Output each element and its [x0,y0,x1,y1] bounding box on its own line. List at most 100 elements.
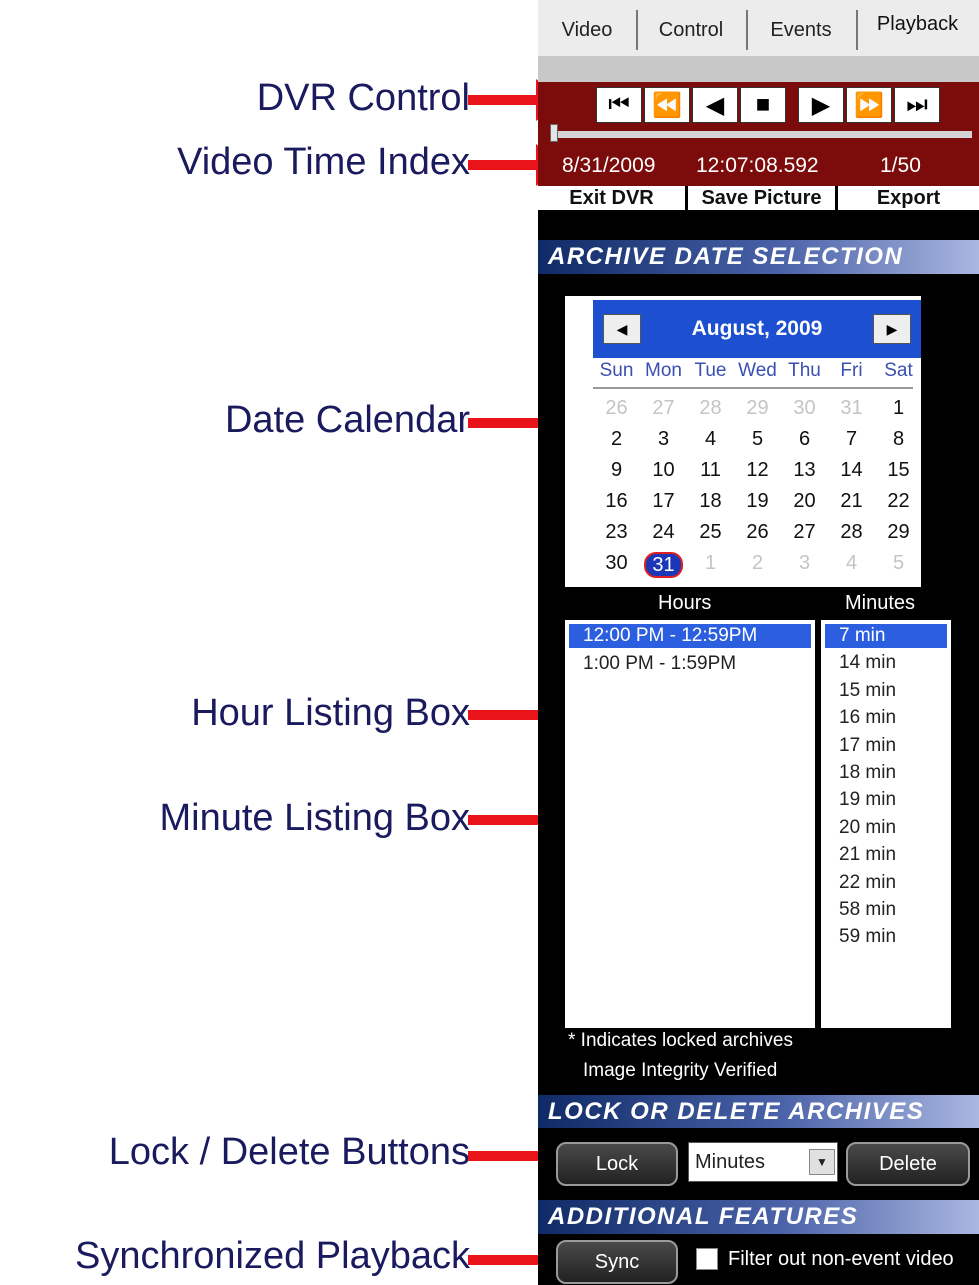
minute-list-item[interactable]: 20 min [825,816,947,840]
skip-to-start-button[interactable]: ⏮ [596,87,642,123]
save-picture-button[interactable]: Save Picture [688,186,838,210]
weekday-label: Sat [884,360,913,381]
filter-checkbox[interactable] [696,1248,718,1270]
calendar-day[interactable]: 28 [687,397,734,420]
calendar-day[interactable]: 3 [781,552,828,575]
minute-list-item[interactable]: 14 min [825,651,947,675]
export-button[interactable]: Export [838,186,979,210]
time-slider-track[interactable] [554,131,972,138]
calendar-day[interactable]: 2 [734,552,781,575]
calendar-day[interactable]: 3 [640,428,687,451]
calendar-day-selected[interactable]: 31 [640,552,687,578]
video-date: 8/31/2009 [562,154,656,177]
archive-date-selection-header: ARCHIVE DATE SELECTION [538,240,979,274]
calendar-day[interactable]: 4 [828,552,875,575]
calendar-month-title: August, 2009 [691,317,823,340]
stop-button[interactable]: ■ [740,87,786,123]
calendar-day[interactable]: 31 [828,397,875,420]
calendar-day[interactable]: 19 [734,490,781,513]
play-reverse-button[interactable]: ◀ [692,87,738,123]
calendar-day[interactable]: 26 [734,521,781,544]
minutes-header: Minutes [845,592,916,614]
calendar-day[interactable]: 2 [593,428,640,451]
exit-dvr-button[interactable]: Exit DVR [538,186,688,210]
minute-listing-box[interactable]: 7 min 14 min 15 min 16 min 17 min 18 min 19 mi… [821,620,951,1028]
minute-list-item[interactable]: 17 min [825,734,947,758]
hour-listing-box[interactable]: 12:00 PM - 12:59PM 1:00 PM - 1:59PM [565,620,815,1028]
calendar-day[interactable]: 4 [687,428,734,451]
tab-playback[interactable]: Playback [856,4,979,44]
calendar-day[interactable]: 13 [781,459,828,482]
calendar-day[interactable]: 23 [593,521,640,544]
minute-list-item[interactable]: 7 min [825,624,947,648]
calendar-day[interactable]: 22 [875,490,922,513]
calendar-day[interactable]: 21 [828,490,875,513]
next-month-button[interactable]: ▶ [873,314,911,344]
sync-button[interactable]: Sync [556,1240,678,1284]
calendar-day[interactable]: 29 [875,521,922,544]
calendar-day[interactable]: 25 [687,521,734,544]
play-button[interactable]: ▶ [798,87,844,123]
calendar-day[interactable]: 6 [781,428,828,451]
minute-list-item[interactable]: 58 min [825,898,947,922]
tab-video[interactable]: Video [538,10,638,50]
calendar-day[interactable]: 15 [875,459,922,482]
rewind-button[interactable]: ⏪ [644,87,690,123]
tab-control[interactable]: Control [636,10,748,50]
dvr-top-strip [538,56,979,82]
minute-list-item[interactable]: 21 min [825,843,947,867]
calendar-day[interactable]: 18 [687,490,734,513]
minute-list-item[interactable]: 15 min [825,679,947,703]
calendar-day[interactable]: 29 [734,397,781,420]
callout-synchronized-playback: Synchronized Playback [0,1232,470,1280]
delete-button[interactable]: Delete [846,1142,970,1186]
calendar-day[interactable]: 5 [875,552,922,575]
calendar-day[interactable]: 28 [828,521,875,544]
calendar-day[interactable]: 11 [687,459,734,482]
calendar-day[interactable]: 27 [640,397,687,420]
calendar-day[interactable]: 30 [593,552,640,575]
calendar-day[interactable]: 1 [875,397,922,420]
minute-list-item[interactable]: 18 min [825,761,947,785]
hours-header: Hours [658,592,712,614]
calendar-day[interactable]: 9 [593,459,640,482]
calendar-day[interactable]: 8 [875,428,922,451]
calendar-day[interactable]: 30 [781,397,828,420]
calendar-day[interactable]: 27 [781,521,828,544]
arrow-icon [468,144,564,186]
minute-list-item[interactable]: 22 min [825,871,947,895]
prev-month-icon: ◀ [616,320,628,337]
calendar-day[interactable]: 12 [734,459,781,482]
calendar-day[interactable]: 14 [828,459,875,482]
tab-events[interactable]: Events [746,10,858,50]
calendar-day[interactable]: 20 [781,490,828,513]
time-slider-handle[interactable] [550,124,558,142]
arrow-icon [468,79,564,121]
rewind-icon: ⏪ [652,91,682,119]
hour-list-item[interactable]: 1:00 PM - 1:59PM [569,652,811,676]
minute-list-item[interactable]: 16 min [825,706,947,730]
hour-list-item[interactable]: 12:00 PM - 12:59PM [569,624,811,648]
minute-list-item[interactable]: 19 min [825,788,947,812]
skip-to-end-button[interactable]: ⏭ [894,87,940,123]
calendar-day[interactable]: 7 [828,428,875,451]
calendar-day[interactable]: 5 [734,428,781,451]
fast-forward-button[interactable]: ⏩ [846,87,892,123]
play-icon: ▶ [811,91,831,119]
calendar-day[interactable]: 17 [640,490,687,513]
weekday-label: Sun [599,360,634,381]
time-unit-select[interactable]: Minutes ▼ [688,1142,838,1182]
calendar-day[interactable]: 1 [687,552,734,575]
chevron-down-icon[interactable]: ▼ [809,1149,835,1175]
frame-index: 1/50 [880,154,921,177]
skip-to-end-icon: ⏭ [906,91,928,118]
calendar-day[interactable]: 26 [593,397,640,420]
calendar-day[interactable]: 10 [640,459,687,482]
calendar-day[interactable]: 16 [593,490,640,513]
callout-label: Video Time Index [177,140,470,183]
prev-month-button[interactable]: ◀ [603,314,641,344]
minute-list-item[interactable]: 59 min [825,925,947,949]
lock-button[interactable]: Lock [556,1142,678,1186]
calendar-day[interactable]: 24 [640,521,687,544]
weekday-label: Mon [645,360,682,381]
